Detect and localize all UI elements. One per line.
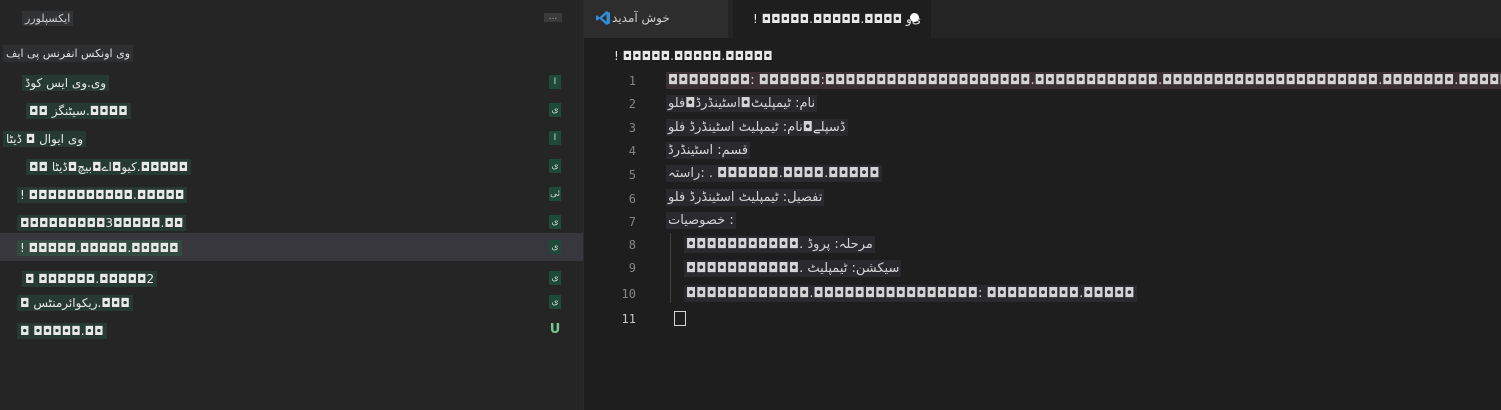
file-label: ! ◘◘◘◘◘◘◘◘◘◘◘.◘◘◘◘◘ <box>17 187 188 203</box>
code-line[interactable]: ڈسپلے◘نام: ٹیمپلیٹ اسٹینڈرڈ فلو <box>666 119 848 136</box>
explorer-header: ایکسپلورر ... <box>0 0 583 36</box>
git-status-badge: ی <box>549 215 561 229</box>
line-number: 2 <box>628 97 636 111</box>
git-status-badge: I <box>549 131 561 145</box>
git-status-badge: ی <box>549 240 561 254</box>
folder-label: وی ایوال ◘ ڈیٹا <box>3 131 87 147</box>
git-status-badge: I <box>549 75 561 89</box>
code-line[interactable]: ◘◘◘◘◘◘◘◘◘◘◘◘.◘◘◘◘◘◘◘◘◘◘◘◘◘◘◘◘: ◘◘◘◘◘◘◘◘◘… <box>684 285 1137 302</box>
line-number: 10 <box>621 287 636 301</box>
line-number: 3 <box>628 121 636 135</box>
explorer-title: ایکسپلورر <box>22 11 74 26</box>
file-item[interactable]: وی.وی ایس کوڈ I <box>0 68 583 96</box>
file-item[interactable]: ◘ ریکوائرمنٹس.◘◘◘ ی <box>0 288 583 316</box>
explorer-panel: ایکسپلورر ... وی اونکس انفرنس پی ایف وی.… <box>0 0 584 410</box>
line-number: 5 <box>628 168 636 182</box>
text-cursor[interactable] <box>674 311 686 326</box>
file-label: وی.وی ایس کوڈ <box>22 75 110 91</box>
tab-welcome[interactable]: خوش آمدید <box>584 0 728 38</box>
code-line[interactable]: خصوصیات : <box>666 212 736 229</box>
code-line[interactable]: قسم: اسٹینڈرڈ <box>666 142 751 159</box>
line-number: 1 <box>628 74 636 88</box>
file-label: ◘ ◘◘◘◘◘.◘◘ <box>17 323 107 339</box>
file-label: ◘ ◘◘◘◘◘◘.◘◘◘◘◘2 <box>22 271 158 287</box>
git-status-badge: ی <box>549 103 561 117</box>
line-number: 8 <box>628 238 636 252</box>
code-line[interactable]: نام: ٹیمپلیٹ◘اسٹینڈرڈ◘فلو <box>666 95 818 112</box>
file-label: ◘◘◘◘◘◘◘◘◘3◘◘◘◘◘.◘◘ <box>17 215 187 231</box>
file-label: ◘◘ سیٹنگز.◘◘◘◘ <box>26 103 131 119</box>
vscode-icon <box>595 10 611 26</box>
unsaved-dot-icon[interactable] <box>910 13 919 22</box>
code-line[interactable]: ◘◘◘◘◘◘◘◘◘◘◘. سیکشن: ٹیمپلیٹ <box>684 260 902 277</box>
file-item[interactable]: ◘◘ کیو◘اے◘بیچ◘ڈیٹا.◘◘◘◘◘ ی <box>0 152 583 180</box>
more-actions-icon[interactable]: ... <box>544 13 562 22</box>
file-label: ◘◘ کیو◘اے◘بیچ◘ڈیٹا.◘◘◘◘◘ <box>26 159 192 175</box>
line-number-current: 11 <box>621 312 636 326</box>
code-line[interactable]: راستہ: . ◘◘◘◘◘◘.◘◘◘◘.◘◘◘◘◘ <box>666 165 882 182</box>
line-number: 7 <box>628 215 636 229</box>
git-status-badge: ی <box>549 295 561 309</box>
editor-area: خوش آمدید ! ◘◘◘◘◘.◘◘◘◘◘.◘◘◘◘ ی‌و ! ◘◘◘◘◘… <box>584 0 1501 410</box>
project-folder[interactable]: وی اونکس انفرنس پی ایف <box>3 45 134 62</box>
git-status-badge: ی <box>549 271 561 285</box>
file-item[interactable]: ◘ ◘◘◘◘◘.◘◘ U <box>0 316 583 344</box>
tab-bar: خوش آمدید ! ◘◘◘◘◘.◘◘◘◘◘.◘◘◘◘ ی‌و <box>584 0 1501 38</box>
tab-label: ! ◘◘◘◘◘.◘◘◘◘◘.◘◘◘◘ ی‌و <box>753 12 921 26</box>
git-status-badge: ی <box>549 159 561 173</box>
file-item[interactable]: ◘◘ سیٹنگز.◘◘◘◘ ی <box>0 96 583 124</box>
line-number: 9 <box>628 261 636 275</box>
file-label: ◘ ریکوائرمنٹس.◘◘◘ <box>17 295 133 311</box>
git-status-badge: U <box>549 322 561 337</box>
code-line[interactable]: ◘◘◘◘◘◘◘◘◘◘◘. مرحلہ: پروڈ <box>684 236 875 253</box>
file-item[interactable]: ! ◘◘◘◘◘◘◘◘◘◘◘.◘◘◘◘◘ ئی <box>0 180 583 208</box>
file-label: ! ◘◘◘◘◘.◘◘◘◘◘.◘◘◘◘◘ <box>17 240 182 256</box>
tab-label: خوش آمدید <box>612 11 670 25</box>
folder-item[interactable]: وی ایوال ◘ ڈیٹا I <box>0 124 583 152</box>
tab-active-file[interactable]: ! ◘◘◘◘◘.◘◘◘◘◘.◘◘◘◘ ی‌و <box>733 0 931 38</box>
code-line[interactable]: تفصیل: ٹیمپلیٹ اسٹینڈرڈ فلو <box>666 189 825 206</box>
git-status-badge: ئی <box>549 187 561 201</box>
file-item-selected[interactable]: ! ◘◘◘◘◘.◘◘◘◘◘.◘◘◘◘◘ ی <box>0 233 583 261</box>
line-number: 6 <box>628 192 636 206</box>
line-number: 4 <box>628 144 636 158</box>
file-item[interactable]: ◘◘◘◘◘◘◘◘◘3◘◘◘◘◘.◘◘ ی <box>0 208 583 236</box>
indent-guide <box>670 233 671 303</box>
breadcrumb[interactable]: ! ◘◘◘◘◘.◘◘◘◘◘.◘◘◘◘◘ <box>614 49 773 63</box>
code-line[interactable]: ◘◘◘◘◘◘◘◘: ◘◘◘◘◘◘:◘◘◘◘◘◘◘◘◘◘◘◘◘◘◘◘◘◘◘◘.◘◘… <box>666 72 1501 89</box>
